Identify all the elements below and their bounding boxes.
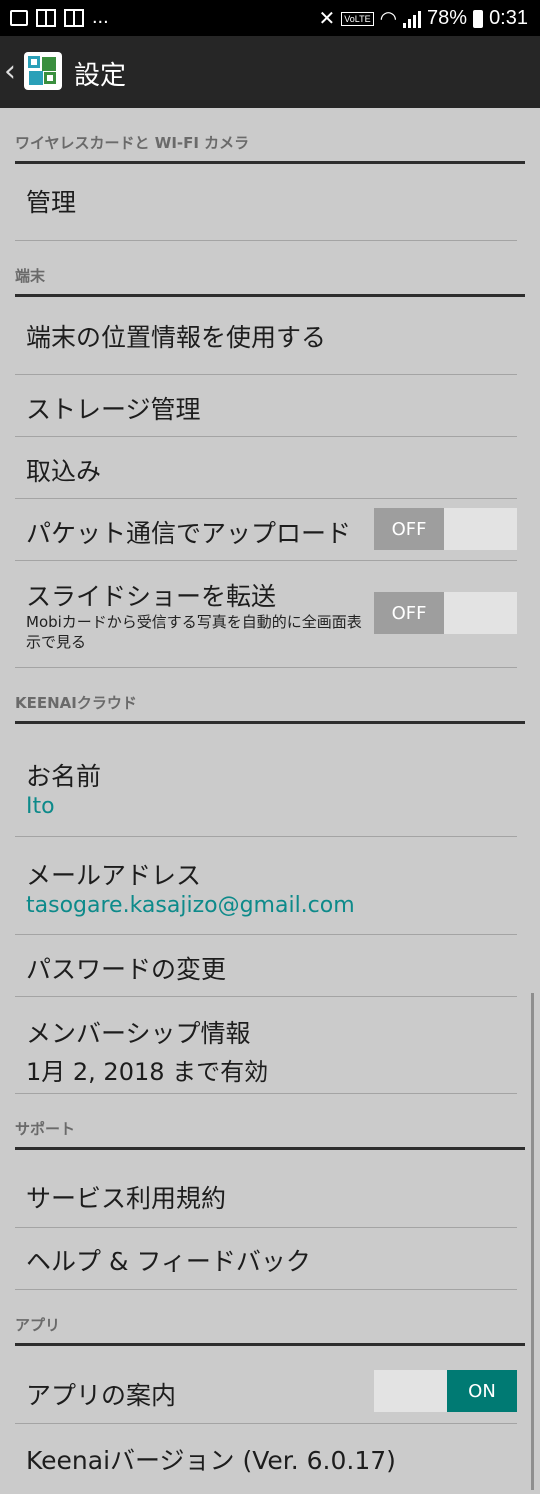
system-icons: ✕ VoLTE ◠ 78% 0:31 xyxy=(318,6,528,31)
settings-item-import[interactable]: 取込み xyxy=(15,437,517,499)
toggle-state-label: OFF xyxy=(374,508,444,550)
settings-item-label: 端末の位置情報を使用する xyxy=(26,323,327,352)
logo-square xyxy=(44,72,56,84)
settings-item-label: ヘルプ & フィードバック xyxy=(26,1247,311,1276)
section-header-label: 端末 xyxy=(15,267,46,285)
slideshow-toggle[interactable]: OFF xyxy=(374,592,517,634)
section-header-app: アプリ xyxy=(15,1290,525,1346)
page-title: 設定 xyxy=(74,61,127,91)
section-header-support: サポート xyxy=(15,1094,525,1150)
logo-square xyxy=(29,71,43,85)
section-header-device: 端末 xyxy=(15,241,525,297)
logo-square xyxy=(42,57,56,71)
section-header-label: サポート xyxy=(15,1120,76,1138)
settings-item-location[interactable]: 端末の位置情報を使用する xyxy=(15,297,517,375)
toggle-track xyxy=(444,508,517,550)
volte-icon: VoLTE xyxy=(341,11,374,26)
mute-icon: ✕ xyxy=(318,8,336,30)
notification-icons: ... xyxy=(10,6,109,29)
settings-item-manage[interactable]: 管理 xyxy=(15,164,517,241)
status-bar: ... ✕ VoLTE ◠ 78% 0:31 xyxy=(0,0,540,36)
settings-item-label: アプリの案内 xyxy=(26,1381,177,1410)
app-bar: ‹ 設定 xyxy=(0,36,540,108)
more-notifications: ... xyxy=(92,6,109,28)
settings-item-storage[interactable]: ストレージ管理 xyxy=(15,375,517,437)
section-header-label: ワイヤレスカードと WI-FI カメラ xyxy=(15,134,250,152)
settings-item-help[interactable]: ヘルプ & フィードバック xyxy=(15,1228,517,1290)
settings-item-email[interactable]: メールアドレス tasogare.kasajizo@gmail.com xyxy=(15,837,517,935)
settings-item-label: パケット通信でアップロード xyxy=(26,519,352,548)
settings-item-terms[interactable]: サービス利用規約 xyxy=(15,1150,517,1228)
settings-item-password-change[interactable]: パスワードの変更 xyxy=(15,935,517,997)
settings-item-label: スライドショーを転送 xyxy=(26,582,277,611)
back-chevron-icon[interactable]: ‹ xyxy=(4,54,16,89)
settings-item-label: お名前 xyxy=(26,762,102,791)
settings-item-app-guide[interactable]: アプリの案内 ON xyxy=(15,1346,517,1424)
settings-item-label: Keenaiバージョン (Ver. 6.0.17) xyxy=(26,1446,396,1475)
toggle-track xyxy=(374,1370,447,1412)
settings-item-version[interactable]: Keenaiバージョン (Ver. 6.0.17) xyxy=(15,1424,517,1488)
settings-item-slideshow[interactable]: スライドショーを転送 Mobiカードから受信する写真を自動的に全画面表示で見る … xyxy=(15,561,517,668)
app-logo-icon[interactable] xyxy=(24,52,62,90)
section-header-cloud: KEENAIクラウド xyxy=(15,668,525,724)
wifi-icon: ◠ xyxy=(379,8,398,30)
battery-percent: 78% xyxy=(427,7,468,29)
settings-list: ワイヤレスカードと WI-FI カメラ 管理 端末 端末の位置情報を使用する ス… xyxy=(0,108,540,1488)
battery-icon xyxy=(473,9,484,28)
settings-item-membership[interactable]: メンバーシップ情報 1月 2, 2018 まで有効 xyxy=(15,997,517,1094)
toggle-state-label: ON xyxy=(447,1370,517,1412)
settings-item-description: Mobiカードから受信する写真を自動的に全画面表示で見る xyxy=(26,613,362,651)
section-header-wireless: ワイヤレスカードと WI-FI カメラ xyxy=(15,108,525,164)
settings-item-packet-upload[interactable]: パケット通信でアップロード OFF xyxy=(15,499,517,561)
toggle-track xyxy=(444,592,517,634)
settings-item-label: 管理 xyxy=(26,188,77,217)
app-notification-icon xyxy=(36,8,56,27)
section-header-label: KEENAIクラウド xyxy=(15,694,137,712)
app-guide-toggle[interactable]: ON xyxy=(374,1370,517,1412)
packet-upload-toggle[interactable]: OFF xyxy=(374,508,517,550)
toggle-state-label: OFF xyxy=(374,592,444,634)
settings-item-label: パスワードの変更 xyxy=(26,955,227,984)
app-notification-icon xyxy=(64,8,84,27)
settings-item-label: メンバーシップ情報 xyxy=(26,1019,251,1048)
user-name-value: Ito xyxy=(26,794,55,819)
settings-item-name[interactable]: お名前 Ito xyxy=(15,724,517,837)
settings-item-label: サービス利用規約 xyxy=(26,1184,227,1213)
user-email-value: tasogare.kasajizo@gmail.com xyxy=(26,893,355,918)
clock: 0:31 xyxy=(489,7,528,29)
scrollbar[interactable] xyxy=(531,993,534,1490)
section-header-label: アプリ xyxy=(15,1316,61,1334)
settings-item-label: メールアドレス xyxy=(26,861,202,890)
membership-expiry: 1月 2, 2018 まで有効 xyxy=(26,1058,269,1086)
gallery-icon xyxy=(10,9,28,26)
settings-item-label: 取込み xyxy=(26,457,102,486)
signal-icon xyxy=(403,10,422,28)
logo-square xyxy=(28,56,40,68)
settings-item-label: ストレージ管理 xyxy=(26,395,201,424)
